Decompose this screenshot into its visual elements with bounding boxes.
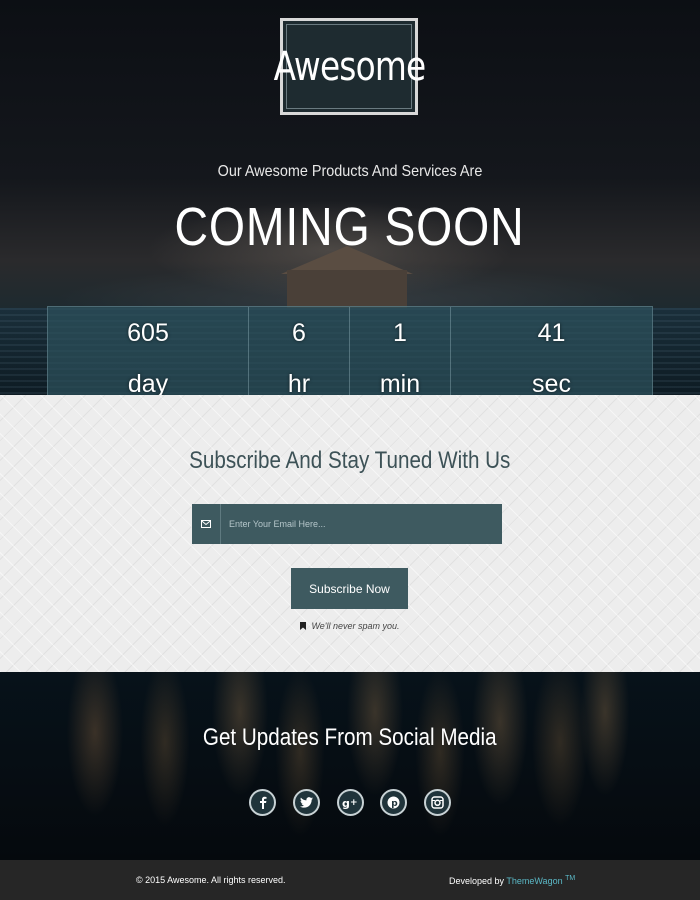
- email-form: [192, 504, 502, 544]
- instagram-icon[interactable]: [424, 789, 451, 816]
- spam-note-text: We'll never spam you.: [311, 621, 400, 631]
- subscribe-title-text: Subscribe And Stay Tuned With Us: [189, 447, 511, 474]
- facebook-icon[interactable]: [249, 789, 276, 816]
- google-plus-icon[interactable]: g +: [336, 789, 364, 816]
- subscribe-button[interactable]: Subscribe Now: [291, 568, 408, 609]
- brand-logo[interactable]: Awesome: [273, 18, 426, 115]
- countdown-minutes-value: 1: [393, 319, 407, 347]
- email-input[interactable]: [221, 504, 502, 544]
- social-section: Get Updates From Social Media g + p: [0, 672, 700, 860]
- envelope-icon: [192, 504, 221, 544]
- svg-text:+: +: [350, 798, 358, 808]
- svg-text:g: g: [342, 797, 350, 809]
- svg-text:p: p: [391, 799, 398, 809]
- social-title-text: Get Updates From Social Media: [203, 724, 497, 751]
- pinterest-icon[interactable]: p: [380, 789, 408, 816]
- copyright-text: © 2015 Awesome. All rights reserved.: [136, 875, 286, 885]
- social-title: Get Updates From Social Media: [0, 724, 700, 752]
- countdown-seconds: 41 sec: [451, 307, 652, 409]
- social-icons: g + p: [249, 789, 451, 821]
- developed-by-label: Developed by: [449, 876, 505, 886]
- developer-credit: Developed by ThemeWagon TM: [449, 875, 575, 886]
- page-footer: © 2015 Awesome. All rights reserved. Dev…: [0, 860, 700, 900]
- countdown-days-value: 605: [127, 319, 169, 347]
- countdown-hours-value: 6: [292, 319, 306, 347]
- countdown-seconds-value: 41: [537, 319, 566, 347]
- twitter-icon[interactable]: [292, 789, 320, 816]
- hero-tagline: Our Awesome Products And Services Are: [217, 163, 483, 180]
- hero-headline: COMING SOON: [0, 196, 700, 258]
- trademark-mark: TM: [565, 875, 576, 882]
- subscribe-title: Subscribe And Stay Tuned With Us: [0, 447, 700, 475]
- countdown-days: 605 day: [48, 307, 249, 409]
- countdown-hours: 6 hr: [249, 307, 350, 409]
- developer-link[interactable]: ThemeWagon: [506, 876, 562, 886]
- spam-note: We'll never spam you.: [0, 621, 700, 632]
- brand-logo-text: Awesome: [273, 43, 425, 90]
- hero-headline-text: COMING SOON: [174, 197, 526, 257]
- countdown-minutes: 1 min: [350, 307, 451, 409]
- bookmark-icon: [300, 622, 307, 632]
- hero-house: [287, 270, 407, 310]
- subscribe-section: Subscribe And Stay Tuned With Us Subscri…: [0, 395, 700, 672]
